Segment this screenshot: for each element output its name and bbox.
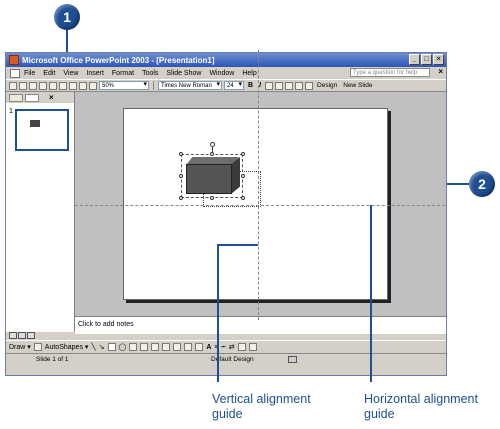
menu-format[interactable]: Format: [112, 70, 134, 77]
toolbar-separator: [153, 81, 154, 90]
close-button[interactable]: ✕: [433, 54, 444, 65]
align-left-icon[interactable]: [265, 81, 274, 90]
cube-shape[interactable]: [179, 142, 261, 207]
window-title: Microsoft Office PowerPoint 2003 - [Pres…: [22, 55, 215, 65]
spelling-status-icon[interactable]: [288, 356, 297, 363]
resize-handle-bottom-right[interactable]: [241, 196, 245, 200]
font-size-combo[interactable]: 24: [224, 81, 244, 90]
copy-icon[interactable]: [59, 81, 67, 90]
resize-handle-right[interactable]: [241, 174, 245, 178]
slide-number: 1: [9, 108, 13, 115]
font-color-icon[interactable]: [305, 81, 314, 90]
select-objects-icon[interactable]: [33, 343, 42, 351]
vertical-label-leader-h: [217, 244, 258, 246]
help-search-input[interactable]: Type a question for help: [350, 68, 430, 77]
close-document-icon[interactable]: ×: [438, 67, 443, 76]
clipart-icon[interactable]: [162, 343, 171, 351]
menu-view[interactable]: View: [63, 70, 78, 77]
align-center-icon[interactable]: [275, 81, 284, 90]
paste-icon[interactable]: [69, 81, 77, 90]
redo-icon[interactable]: [89, 81, 97, 90]
numbering-icon[interactable]: [285, 81, 294, 90]
print-icon[interactable]: [39, 81, 47, 90]
3d-icon[interactable]: [248, 343, 257, 351]
menu-insert[interactable]: Insert: [86, 70, 104, 77]
arrow-icon[interactable]: ↘: [99, 343, 105, 351]
menu-file[interactable]: File: [24, 70, 35, 77]
undo-icon[interactable]: [79, 81, 87, 90]
callout-1: 1: [54, 4, 80, 30]
picture-icon[interactable]: [173, 343, 182, 351]
pane-tabs: ×: [6, 92, 74, 103]
view-buttons: [9, 332, 35, 339]
vertical-label-leader-v: [217, 244, 219, 382]
horizontal-label-leader: [370, 205, 372, 382]
vertical-guide-label: Vertical alignment guide: [212, 392, 311, 421]
maximize-button[interactable]: □: [421, 54, 432, 65]
pane-close-icon[interactable]: ×: [49, 93, 54, 102]
shadow-icon[interactable]: [237, 343, 246, 351]
resize-handle-top[interactable]: [210, 152, 214, 156]
menu-bar: File Edit View Insert Format Tools Slide…: [6, 67, 446, 79]
zoom-combo[interactable]: 50%: [99, 81, 149, 90]
rotation-handle[interactable]: [210, 142, 215, 147]
notes-pane[interactable]: Click to add notes: [75, 316, 446, 334]
menu-window[interactable]: Window: [209, 70, 234, 77]
autoshapes-menu-button[interactable]: AutoShapes ▾: [45, 343, 89, 351]
normal-view-button[interactable]: [9, 332, 17, 339]
resize-handle-top-right[interactable]: [241, 152, 245, 156]
diagram-icon[interactable]: [151, 343, 160, 351]
design-button[interactable]: Design: [315, 82, 339, 89]
thumbnail-cube: [30, 120, 40, 127]
save-icon[interactable]: [29, 81, 37, 90]
resize-handle-left[interactable]: [179, 174, 183, 178]
slide-sorter-view-button[interactable]: [18, 332, 26, 339]
line-color-icon[interactable]: [195, 343, 204, 351]
textbox-icon[interactable]: [129, 343, 138, 351]
callout-2: 2: [469, 171, 495, 197]
menu-slide-show[interactable]: Slide Show: [166, 70, 201, 77]
horizontal-guide-label: Horizontal alignment guide: [364, 392, 478, 421]
status-bar: Slide 1 of 1 Default Design: [6, 353, 446, 366]
menu-tools[interactable]: Tools: [142, 70, 158, 77]
slide-show-view-button[interactable]: [27, 332, 35, 339]
title-bar: Microsoft Office PowerPoint 2003 - [Pres…: [6, 53, 446, 67]
resize-handle-bottom[interactable]: [210, 196, 214, 200]
fill-color-icon[interactable]: [184, 343, 193, 351]
arrow-style-icon[interactable]: ⇄: [229, 343, 235, 351]
open-icon[interactable]: [19, 81, 27, 90]
menu-help[interactable]: Help: [242, 70, 256, 77]
resize-handle-bottom-left[interactable]: [179, 196, 183, 200]
new-slide-button[interactable]: New Slide: [341, 82, 374, 89]
font-name-combo[interactable]: Times New Roman: [158, 81, 222, 90]
draw-menu-button[interactable]: Draw ▾: [9, 343, 31, 351]
wordart-icon[interactable]: [140, 343, 149, 351]
powerpoint-app-icon: [9, 55, 19, 65]
oval-icon[interactable]: ◯: [119, 343, 127, 351]
cut-icon[interactable]: [49, 81, 57, 90]
slides-pane: × 1: [6, 92, 75, 332]
resize-handle-top-left[interactable]: [179, 152, 183, 156]
status-slide-count: Slide 1 of 1: [36, 356, 69, 363]
font-color-a-icon[interactable]: A: [206, 344, 211, 351]
menu-edit[interactable]: Edit: [43, 70, 55, 77]
rectangle-icon[interactable]: [107, 343, 116, 351]
dash-style-icon[interactable]: ┅: [222, 343, 226, 351]
slides-tab[interactable]: [25, 93, 39, 102]
document-icon[interactable]: [10, 68, 20, 78]
bold-button[interactable]: B: [246, 82, 255, 89]
line-icon[interactable]: ╲: [91, 343, 95, 351]
slide-thumbnail[interactable]: [15, 109, 69, 151]
drawing-toolbar: Draw ▾ AutoShapes ▾ ╲ ↘ ◯ A ≡ ┅ ⇄: [6, 340, 446, 353]
new-icon[interactable]: [9, 81, 17, 90]
minimize-button[interactable]: _: [409, 54, 420, 65]
standard-formatting-toolbar: 50% Times New Roman 24 B I Design New Sl…: [6, 79, 446, 92]
bullets-icon[interactable]: [295, 81, 304, 90]
selection-box: [181, 154, 243, 198]
outline-tab[interactable]: [9, 93, 23, 102]
